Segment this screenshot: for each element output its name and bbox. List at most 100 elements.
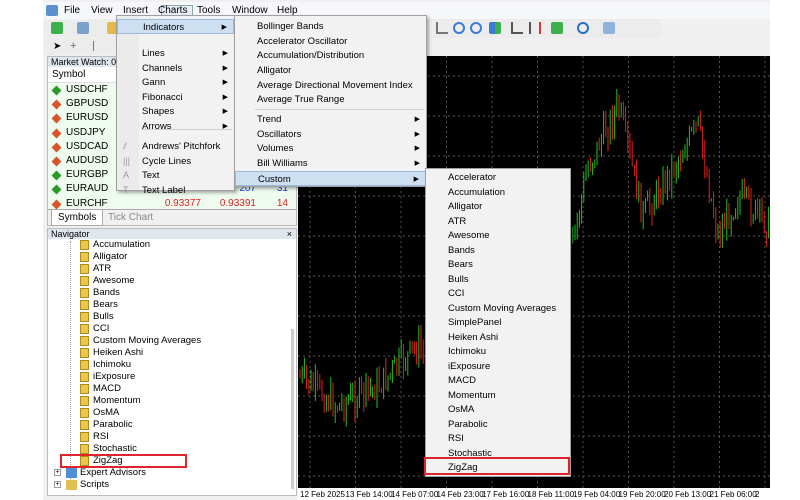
menu-item-text-label[interactable]: Text Label T — [117, 183, 234, 198]
menu-item-label: Text Label — [142, 185, 186, 196]
time-label: 20 Feb 13:00 — [664, 490, 712, 499]
menu-item-accelerator-oscillator[interactable]: Accelerator Oscillator — [235, 34, 426, 49]
custom-item-bands[interactable]: Bands — [426, 243, 570, 258]
custom-item-bears[interactable]: Bears — [426, 257, 570, 272]
menu-item-label: Ichimoku — [448, 346, 487, 357]
indicators-add-icon[interactable] — [551, 22, 563, 34]
indicator-icon — [80, 312, 89, 322]
indicator-icon — [80, 384, 89, 394]
custom-item-osma[interactable]: OsMA — [426, 402, 570, 417]
custom-item-alligator[interactable]: Alligator — [426, 199, 570, 214]
menu-item-label: SimplePanel — [448, 317, 502, 328]
menu-item-label: Average Directional Movement Index — [257, 80, 413, 91]
autoscroll-icon[interactable] — [529, 22, 541, 34]
zoom-in-icon[interactable] — [453, 22, 465, 34]
custom-item-ichimoku[interactable]: Ichimoku — [426, 344, 570, 359]
menu-item-label: Average True Range — [257, 94, 345, 105]
menu-item-label: MACD — [448, 375, 476, 386]
menu-item-bollinger-bands[interactable]: Bollinger Bands — [235, 19, 426, 34]
menu-item-lines[interactable]: Lines ▶ — [117, 46, 234, 61]
menu-item-gann[interactable]: Gann ▶ — [117, 75, 234, 90]
menu-item-volumes[interactable]: Volumes ▶ — [235, 141, 426, 156]
navigator-item-label: Bands — [93, 287, 120, 298]
custom-item-momentum[interactable]: Momentum — [426, 388, 570, 403]
time-label: 14 Feb 07:00 — [391, 490, 439, 499]
navigator-scrollbar[interactable] — [291, 329, 294, 489]
menu-item-label: Custom — [258, 174, 291, 185]
menu-item-label: Channels — [142, 63, 183, 74]
menu-item-channels[interactable]: Channels ▶ — [117, 61, 234, 76]
menu-item-fibonacci[interactable]: Fibonacci ▶ — [117, 90, 234, 105]
menu-item-trend[interactable]: Trend ▶ — [235, 112, 426, 127]
menu-item-label: ATR — [448, 215, 467, 227]
menu-file[interactable]: File — [64, 5, 80, 16]
custom-item-heiken-ashi[interactable]: Heiken Ashi — [426, 330, 570, 345]
menu-item-andrews-pitchfork[interactable]: Andrews' Pitchfork ⫽ — [117, 139, 234, 154]
expand-icon[interactable]: + — [54, 469, 61, 476]
navigator-item-label: Parabolic — [93, 419, 133, 430]
menu-item-average-directional-movement-index[interactable]: Average Directional Movement Index — [235, 78, 426, 93]
custom-item-custom-moving-averages[interactable]: Custom Moving Averages — [426, 301, 570, 316]
menu-item-label: Indicators — [143, 22, 185, 33]
menu-item-bill-williams[interactable]: Bill Williams ▶ — [235, 156, 426, 171]
custom-item-atr[interactable]: ATR — [426, 214, 570, 229]
tab-tick-chart[interactable]: Tick Chart — [102, 212, 159, 223]
menu-item-accumulation-distribution[interactable]: Accumulation/Distribution — [235, 48, 426, 63]
menu-item-label: Volumes — [257, 143, 294, 154]
chart-shift-icon[interactable] — [511, 22, 523, 34]
menu-item-shapes[interactable]: Shapes ▶ — [117, 104, 234, 119]
menu-separator — [255, 109, 424, 110]
navigator-close-button[interactable]: × — [287, 229, 292, 239]
arrow-up-icon — [51, 184, 62, 195]
menu-item-oscillators[interactable]: Oscillators ▶ — [235, 127, 426, 142]
custom-item-awesome[interactable]: Awesome — [426, 228, 570, 243]
periods-icon[interactable] — [577, 22, 589, 34]
menu-item-arrows[interactable]: Arrows ▶ — [117, 119, 234, 134]
custom-item-cci[interactable]: CCI — [426, 286, 570, 301]
menu-view[interactable]: View — [91, 5, 113, 16]
menu-item-cycle-lines[interactable]: Cycle Lines ||| — [117, 154, 234, 169]
menu-item-custom[interactable]: Custom ▶ — [235, 171, 426, 186]
zoom-out-icon[interactable] — [470, 22, 482, 34]
navigator-item-label: RSI — [93, 431, 109, 442]
vertical-line-icon[interactable] — [93, 41, 94, 51]
symbol-name: EURCHF — [66, 197, 108, 209]
text-icon: A — [123, 170, 130, 180]
tile-windows-icon[interactable] — [489, 22, 501, 34]
custom-item-rsi[interactable]: RSI — [426, 431, 570, 446]
menu-item-label: Accumulation/Distribution — [257, 50, 365, 61]
menu-item-text[interactable]: Text A — [117, 168, 234, 183]
crosshair-icon[interactable]: + — [70, 40, 76, 52]
chart-type-icon[interactable] — [436, 22, 448, 34]
profiles-icon[interactable] — [77, 22, 89, 34]
custom-item-accelerator[interactable]: Accelerator — [426, 170, 570, 185]
menu-item-indicators[interactable]: Indicators ▶ — [117, 19, 234, 34]
indicator-icon — [80, 300, 89, 310]
new-chart-icon[interactable] — [51, 22, 63, 34]
app-icon — [46, 5, 58, 16]
navigator-item-label: OsMA — [93, 407, 120, 418]
submenu-arrow-icon: ▶ — [414, 160, 420, 167]
pitchfork-icon: ⫽ — [123, 141, 128, 151]
custom-item-accumulation[interactable]: Accumulation — [426, 185, 570, 200]
custom-item-macd[interactable]: MACD — [426, 373, 570, 388]
cursor-icon[interactable]: ➤ — [53, 41, 61, 52]
indicator-icon — [80, 396, 89, 406]
submenu-arrow-icon: ▶ — [222, 123, 228, 130]
time-label: 19 Feb 04:00 — [573, 490, 621, 499]
tab-symbols[interactable]: Symbols — [51, 210, 104, 226]
templates-icon[interactable] — [603, 22, 615, 34]
custom-item-simplepanel[interactable]: SimplePanel — [426, 315, 570, 330]
custom-item-iexposure[interactable]: iExposure — [426, 359, 570, 374]
menu-item-label: RSI — [448, 433, 464, 444]
custom-item-bulls[interactable]: Bulls — [426, 272, 570, 287]
expand-icon[interactable]: + — [54, 481, 61, 488]
ask-price: 0.93391 — [219, 197, 256, 209]
menu-item-average-true-range[interactable]: Average True Range — [235, 92, 426, 107]
highlight-box-navigator-zigzag — [60, 454, 187, 468]
navigator-item-label: ATR — [93, 263, 112, 274]
custom-item-parabolic[interactable]: Parabolic — [426, 417, 570, 432]
menu-item-alligator[interactable]: Alligator — [235, 63, 426, 78]
submenu-arrow-icon: ▶ — [222, 94, 228, 101]
spread: 14 — [276, 197, 288, 209]
